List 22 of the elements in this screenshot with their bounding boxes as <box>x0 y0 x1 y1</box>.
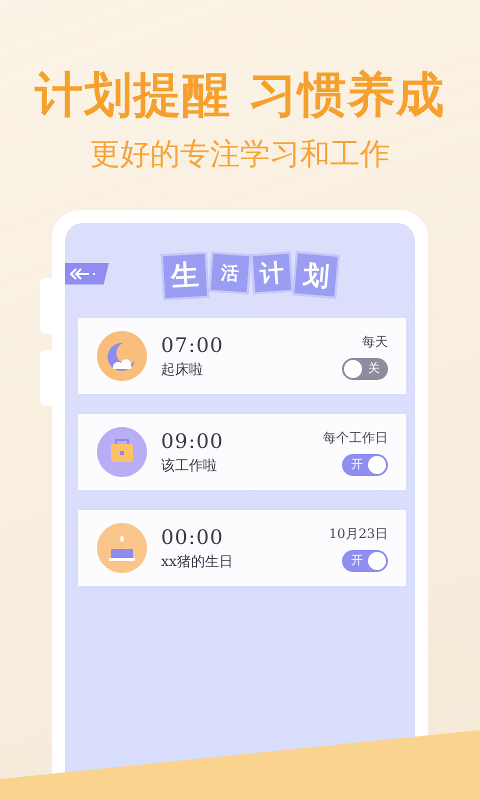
title-tile: 计 <box>250 251 294 294</box>
title-tile: 活 <box>208 251 252 294</box>
subtitle: 更好的专注学习和工作 <box>90 136 390 174</box>
headline: 计划提醒 习惯养成 <box>35 66 445 124</box>
alarm-label: 起床啦 <box>161 361 204 379</box>
alarm-time: 09:00 <box>161 429 225 453</box>
alarm-label: 该工作啦 <box>161 457 218 475</box>
title-tile: 划 <box>292 250 340 298</box>
title-tile: 生 <box>160 251 210 300</box>
cake-icon <box>97 523 147 573</box>
repeat-text: 每天 <box>362 334 388 350</box>
toggle-switch[interactable]: 关 <box>342 358 388 380</box>
back-button[interactable] <box>65 262 109 284</box>
alarm-time: 00:00 <box>161 525 225 549</box>
briefcase-icon <box>97 427 147 477</box>
toggle-switch[interactable]: 开 <box>342 550 388 572</box>
moon-icon <box>97 331 147 381</box>
alarm-label: xx猪的生日 <box>161 553 234 571</box>
repeat-text: 每个工作日 <box>323 430 388 446</box>
toggle-switch[interactable]: 开 <box>342 454 388 476</box>
alarm-time: 07:00 <box>161 333 225 357</box>
repeat-text: 10月23日 <box>328 526 388 542</box>
